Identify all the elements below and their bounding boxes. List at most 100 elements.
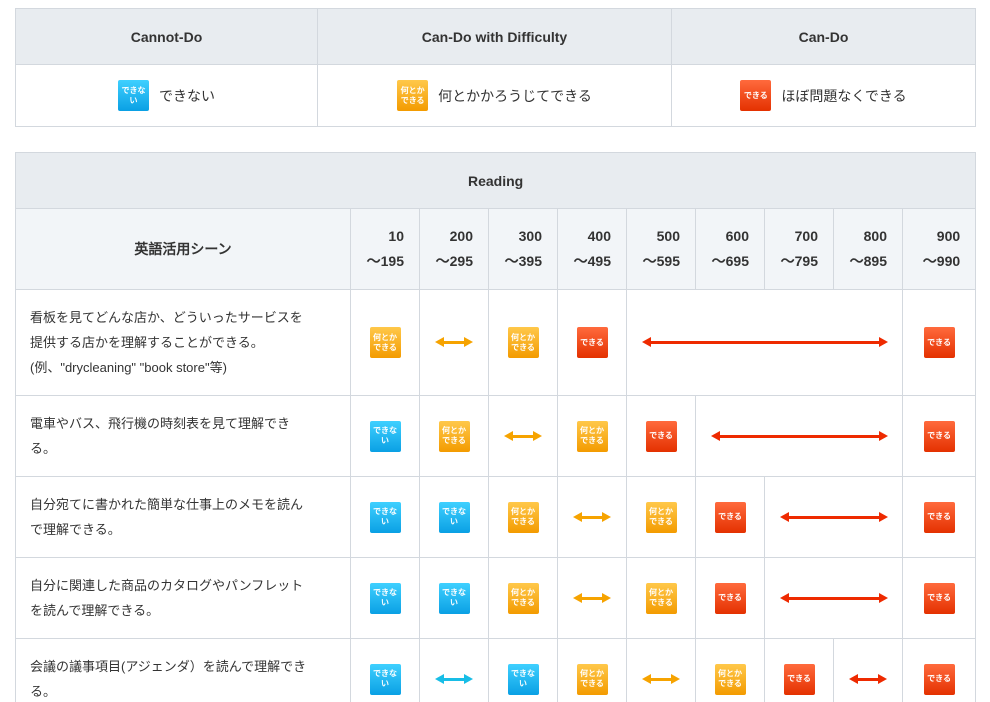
badge-text: できる [927,674,951,683]
badge-text: できる [649,517,673,526]
range-arrow-icon [641,337,888,348]
score-to: 〜895 [849,253,887,269]
can-do-difficulty-badge-icon: 何とか できる [645,582,677,614]
badge-text: できない [121,85,146,105]
badge-text: 何とか [400,85,425,95]
score-range-header: 400 〜495 [557,208,627,290]
score-range-header: 800 〜895 [833,208,903,290]
score-from: 10 [388,228,404,244]
can-do-difficulty-badge-icon: 何とか できる [397,80,429,112]
level-cell: できる [901,557,977,639]
level-cell: 何とか できる [557,395,627,477]
cannot-do-badge-icon: できない [369,501,401,533]
score-range-header: 600 〜695 [695,208,765,290]
scene-row: 自分宛てに書かれた簡単な仕事上のメモを読ん で理解できる。 できない できない 何とかで… [15,476,977,558]
can-do-badge-icon: できる [923,582,955,614]
badge-text: 何とか [649,507,673,516]
badge-text: できる [927,431,951,440]
level-cell [833,638,903,702]
score-from: 700 [794,228,818,244]
legend-table: Cannot-Do Can-Do with Difficulty Can-Do … [15,8,976,127]
badge-text: できる [400,95,425,105]
cannot-do-badge-icon: できない [507,663,539,695]
range-arrow-icon [779,511,888,523]
badge-text: できる [580,337,604,347]
range-arrow-icon [573,592,611,604]
level-cell [557,476,627,558]
badge-text: 何とか [442,426,466,435]
badge-text: できる [718,679,742,688]
badge-text: できない [511,669,535,688]
level-cell: できない [419,557,489,639]
description-line: 看板を見てどんな店か、どういったサービスを [30,310,303,325]
score-to: 〜595 [642,253,680,269]
score-from: 900 [936,228,961,244]
badge-text: 何とか [511,332,535,342]
range-arrow-icon [849,673,887,685]
range-arrow-icon [573,511,611,523]
score-from: 400 [587,228,611,244]
can-do-badge-icon: できる [576,327,608,358]
score-range-header: 900 〜990 [901,208,977,290]
badge-text: できない [373,669,397,688]
badge-text: できる [718,593,742,602]
level-cell: できない [419,476,489,558]
badge-text: できる [511,517,535,526]
level-cell: できる [901,395,977,477]
score-to: 〜395 [504,253,542,269]
badge-text: 何とか [580,669,604,678]
score-range-header: 300 〜395 [488,208,558,290]
range-arrow-icon [710,430,888,442]
level-cell: 何とか できる [488,476,558,558]
reading-title-row: Reading [14,152,977,209]
range-arrow-icon [504,430,542,442]
score-from: 500 [656,228,680,244]
level-cell [764,557,903,639]
can-do-badge-icon: できる [714,582,746,614]
legend-item: 何とか できる 何とかかろうじてできる [397,80,592,112]
legend-body-row: できない できない 何とか できる 何とかかろうじてできる できる ほぼ問題なくできる [15,64,976,127]
legend-cell: できる ほぼ問題なくできる [671,64,976,127]
level-cell: できる [695,476,765,558]
level-cell: 何とか できる [695,638,765,702]
level-cell [764,476,903,558]
can-do-difficulty-badge-icon: 何とか できる [576,663,608,695]
level-cell: できる [695,557,765,639]
can-do-difficulty-badge-icon: 何とか できる [645,501,677,533]
range-arrow-icon [779,592,888,604]
badge-text: 何とか [373,332,397,342]
scene-description: 自分に関連した商品のカタログやパンフレット を読んで理解できる。 [15,557,351,639]
can-do-difficulty-badge-icon: 何とか できる [507,582,539,614]
description-line: を読んで理解できる。 [30,603,160,618]
level-cell: できない [350,476,420,558]
badge-text: できない [442,588,466,607]
description-line: (例、"drycleaning" "book store"等) [30,360,227,375]
badge-text: できる [511,598,535,607]
score-range-header: 200 〜295 [419,208,489,290]
score-to: 〜495 [573,253,611,269]
badge-text: 何とか [511,507,535,516]
can-do-badge-icon: できる [923,501,955,533]
range-arrow-icon [642,673,680,685]
legend-label: ほぼ問題なくできる [781,87,907,104]
scene-header: 英語活用シーン [15,208,351,290]
score-to: 〜295 [435,253,473,269]
legend-item: できない できない [118,80,215,112]
can-do-badge-icon: できる [740,80,772,111]
can-do-difficulty-badge-icon: 何とか できる [438,420,470,452]
scene-row: 自分に関連した商品のカタログやパンフレット を読んで理解できる。 できない できない 何… [15,557,977,639]
score-from: 800 [863,228,887,244]
level-cell: 何とか できる [557,638,627,702]
level-cell [488,395,558,477]
scene-row: 会議の議事項目(アジェンダ）を読んで理解でき る。 できない できない 何とか できる 何と… [15,638,977,702]
can-do-badge-icon: できる [714,501,746,533]
legend-cell: できない できない [15,64,318,127]
can-do-difficulty-badge-icon: 何とか できる [714,663,746,695]
score-from: 600 [725,228,749,244]
badge-text: できる [743,90,768,100]
badge-text: できる [442,436,466,445]
level-cell: 何とか できる [626,476,696,558]
level-cell: 何とか できる [419,395,489,477]
scene-description: 看板を見てどんな店か、どういったサービスを 提供する店かを理解することができる。 (… [15,289,351,396]
badge-text: できない [373,426,397,445]
